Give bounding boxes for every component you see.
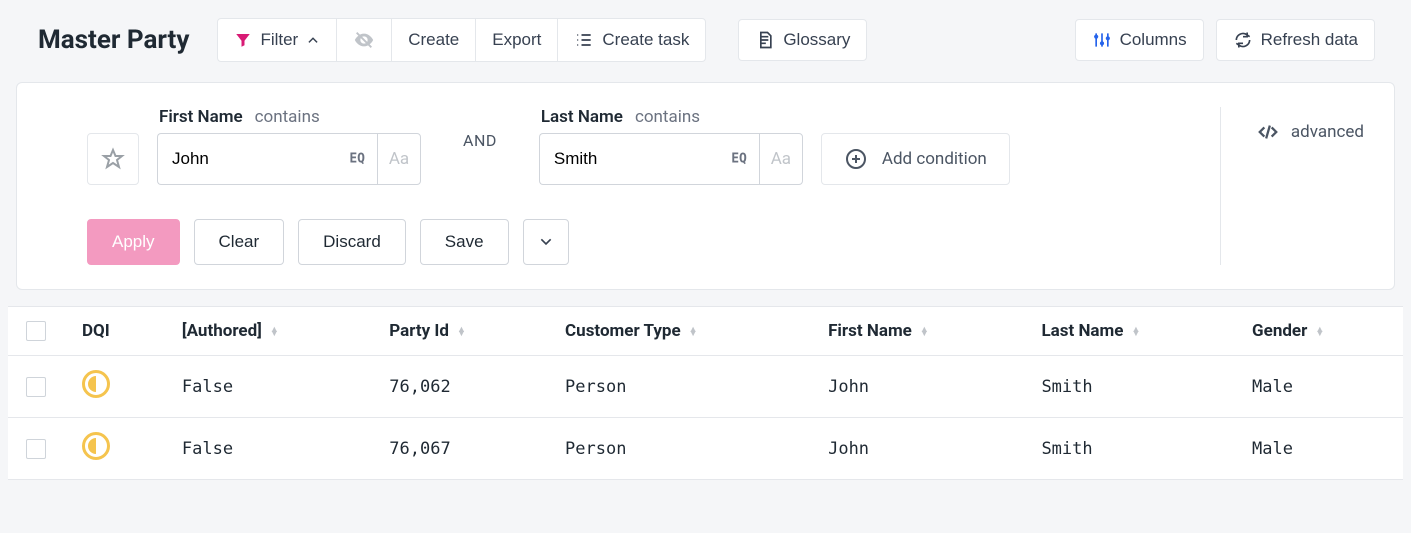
clear-button[interactable]: Clear — [194, 219, 285, 265]
page-title: Master Party — [38, 25, 189, 55]
apply-button[interactable]: Apply — [87, 219, 180, 265]
results-table: DQI [Authored]▲▼ Party Id▲▼ Customer Typ… — [8, 306, 1403, 480]
eye-off-icon — [353, 29, 375, 51]
condition-block-0: First Name contains EQ Aa — [157, 107, 421, 185]
condition-field: First Name — [159, 107, 243, 127]
col-authored[interactable]: [Authored]▲▼ — [164, 307, 371, 356]
chevron-up-icon — [306, 33, 320, 47]
conjunction-label: AND — [439, 131, 521, 162]
refresh-button[interactable]: Refresh data — [1216, 19, 1375, 61]
cell-first-name: John — [810, 356, 1023, 418]
cell-gender: Male — [1234, 418, 1403, 480]
save-dropdown-button[interactable] — [523, 219, 569, 265]
condition-value-input-1[interactable] — [539, 133, 759, 185]
code-icon — [1257, 121, 1279, 143]
export-button[interactable]: Export — [475, 19, 557, 61]
columns-label: Columns — [1120, 30, 1187, 50]
toolbar-group-right: Columns Refresh data — [1075, 19, 1375, 61]
case-toggle-0[interactable]: Aa — [377, 133, 421, 185]
create-button-label: Create — [408, 30, 459, 50]
advanced-label: advanced — [1291, 122, 1364, 142]
col-last-name[interactable]: Last Name▲▼ — [1023, 307, 1234, 356]
col-gender[interactable]: Gender▲▼ — [1234, 307, 1403, 356]
table-row[interactable]: False 76,062 Person John Smith Male — [8, 356, 1403, 418]
cell-party-id: 76,067 — [371, 418, 547, 480]
sort-icon: ▲▼ — [457, 328, 466, 336]
discard-button[interactable]: Discard — [298, 219, 406, 265]
funnel-icon — [234, 31, 252, 49]
filter-actions: Apply Clear Discard Save — [47, 219, 1192, 265]
chevron-down-icon — [538, 234, 554, 250]
col-party-id[interactable]: Party Id▲▼ — [371, 307, 547, 356]
cell-last-name: Smith — [1023, 418, 1234, 480]
select-all-checkbox[interactable] — [26, 321, 46, 341]
filter-button[interactable]: Filter — [218, 19, 336, 61]
case-toggle-1[interactable]: Aa — [759, 133, 803, 185]
glossary-button[interactable]: Glossary — [738, 19, 867, 61]
list-icon — [574, 30, 594, 50]
visibility-button[interactable] — [336, 19, 391, 61]
create-task-label: Create task — [602, 30, 689, 50]
condition-op: contains — [635, 107, 700, 127]
create-task-button[interactable]: Create task — [557, 19, 705, 61]
star-icon — [101, 147, 125, 171]
condition-op: contains — [255, 107, 320, 127]
create-button[interactable]: Create — [391, 19, 475, 61]
table-row[interactable]: False 76,067 Person John Smith Male — [8, 418, 1403, 480]
glossary-label: Glossary — [783, 30, 850, 50]
cell-last-name: Smith — [1023, 356, 1234, 418]
col-customer-type[interactable]: Customer Type▲▼ — [547, 307, 810, 356]
sort-icon: ▲▼ — [689, 328, 698, 336]
sort-icon: ▲▼ — [1131, 328, 1140, 336]
cell-authored: False — [164, 418, 371, 480]
advanced-side: advanced — [1220, 107, 1364, 265]
add-condition-button[interactable]: Add condition — [821, 133, 1010, 185]
filter-conditions-row: First Name contains EQ Aa AND Last Name — [47, 107, 1192, 185]
toolbar-group-main: Filter Create Export Create task — [217, 18, 706, 62]
cell-party-id: 76,062 — [371, 356, 547, 418]
sliders-icon — [1092, 30, 1112, 50]
plus-circle-icon — [844, 147, 868, 171]
add-condition-label: Add condition — [882, 149, 987, 169]
header-bar: Master Party Filter Create Export Create… — [0, 0, 1411, 80]
results-table-wrap: DQI [Authored]▲▼ Party Id▲▼ Customer Typ… — [0, 306, 1411, 480]
sort-icon: ▲▼ — [270, 328, 279, 336]
col-dqi[interactable]: DQI — [64, 307, 164, 356]
condition-block-1: Last Name contains EQ Aa — [539, 107, 803, 185]
cell-customer-type: Person — [547, 356, 810, 418]
condition-field: Last Name — [541, 107, 623, 127]
row-checkbox[interactable] — [26, 439, 46, 459]
table-header-row: DQI [Authored]▲▼ Party Id▲▼ Customer Typ… — [8, 307, 1403, 356]
save-button[interactable]: Save — [420, 219, 509, 265]
export-button-label: Export — [492, 30, 541, 50]
cell-customer-type: Person — [547, 418, 810, 480]
cell-first-name: John — [810, 418, 1023, 480]
condition-value-input-0[interactable] — [157, 133, 377, 185]
cell-gender: Male — [1234, 356, 1403, 418]
dqi-indicator-icon — [82, 370, 110, 398]
columns-button[interactable]: Columns — [1075, 19, 1204, 61]
col-first-name[interactable]: First Name▲▼ — [810, 307, 1023, 356]
row-checkbox[interactable] — [26, 377, 46, 397]
dqi-indicator-icon — [82, 432, 110, 460]
refresh-icon — [1233, 30, 1253, 50]
cell-authored: False — [164, 356, 371, 418]
sort-icon: ▲▼ — [1315, 328, 1324, 336]
sort-icon: ▲▼ — [920, 328, 929, 336]
filter-panel: First Name contains EQ Aa AND Last Name — [16, 82, 1395, 290]
document-icon — [755, 30, 775, 50]
advanced-link[interactable]: advanced — [1257, 107, 1364, 143]
favorite-filter-button[interactable] — [87, 133, 139, 185]
filter-button-label: Filter — [260, 30, 298, 50]
refresh-label: Refresh data — [1261, 30, 1358, 50]
